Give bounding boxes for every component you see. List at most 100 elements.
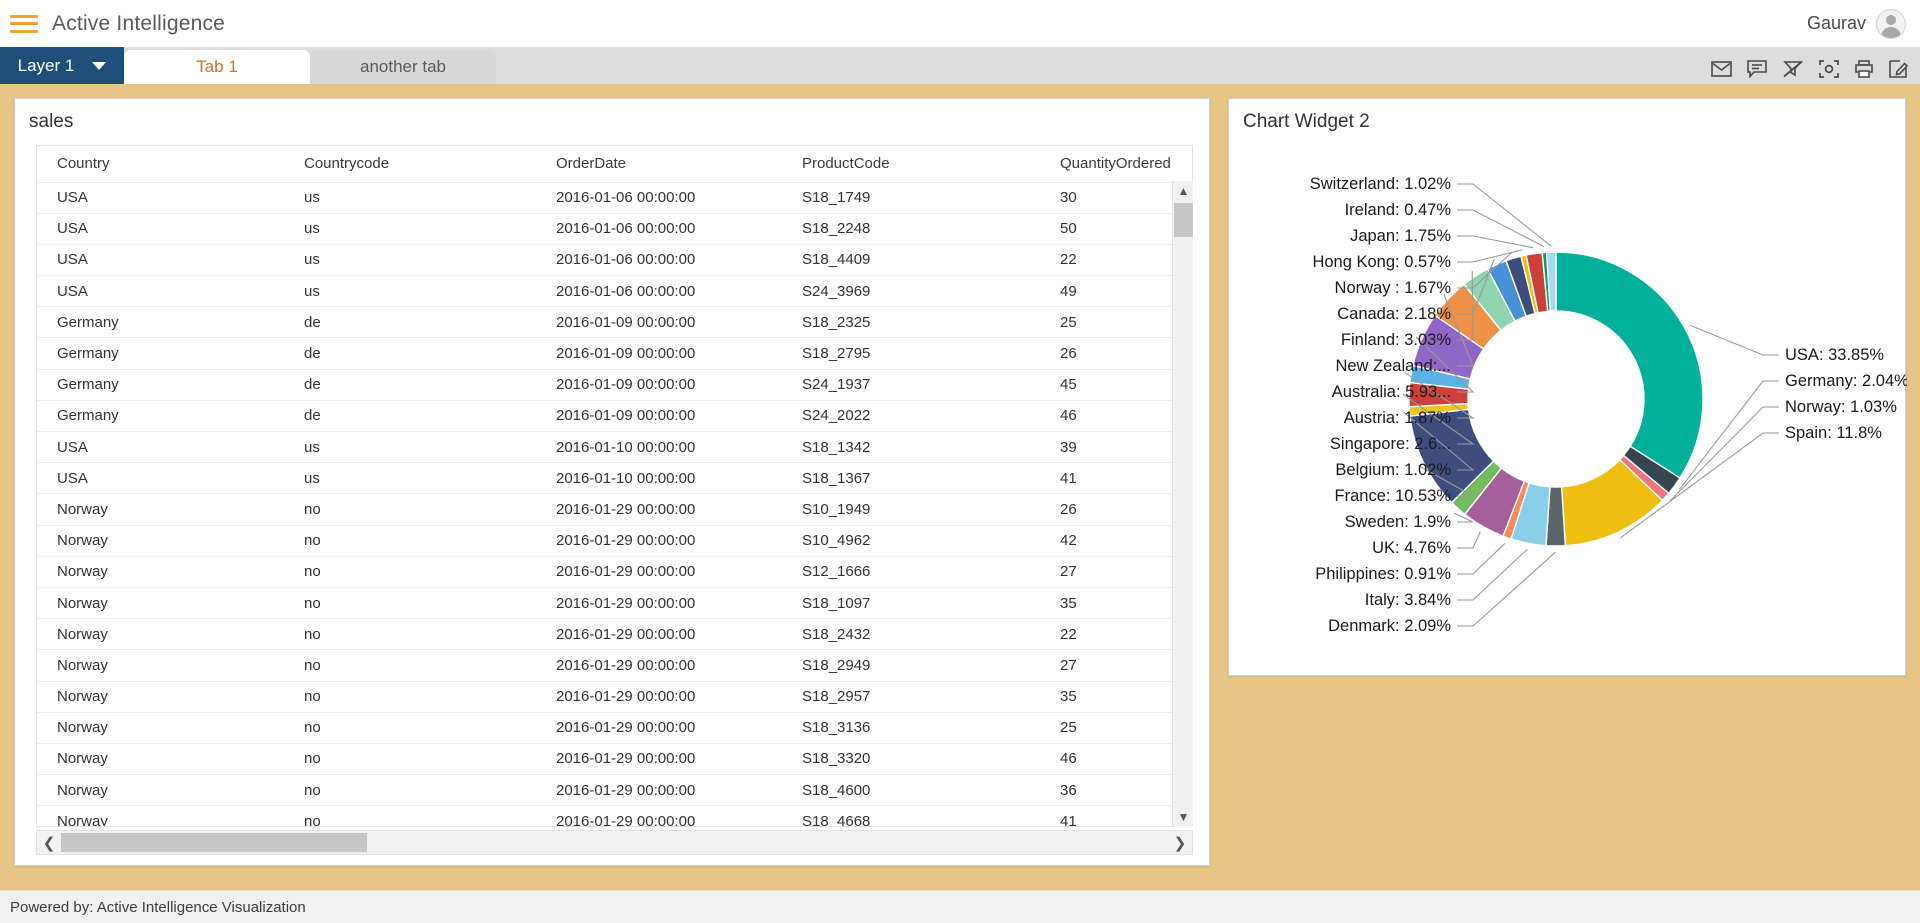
slice-label: Hong Kong: 0.57% — [1312, 253, 1451, 271]
chevron-up-icon[interactable]: ▲ — [1173, 181, 1194, 201]
table-row[interactable]: Norwayno2016-01-29 00:00:00S18_295735 — [37, 681, 1192, 712]
table-cell: 22 — [1040, 244, 1192, 275]
slice-label: France: 10.53% — [1335, 487, 1452, 505]
layer-label: Layer 1 — [18, 56, 75, 76]
table-row[interactable]: Norwayno2016-01-29 00:00:00S18_294927 — [37, 650, 1192, 681]
table-cell: 35 — [1040, 587, 1192, 618]
table-row[interactable]: Norwayno2016-01-29 00:00:00S18_109735 — [37, 587, 1192, 618]
table-cell: 2016-01-29 00:00:00 — [536, 619, 782, 650]
hamburger-bar — [10, 22, 38, 25]
dashboard-workspace: sales Country Countrycode OrderDate Prod… — [0, 84, 1920, 890]
slice-labels: Switzerland: 1.02%Ireland: 0.47%Japan: 1… — [1310, 175, 1907, 635]
tab-tab-1[interactable]: Tab 1 — [124, 50, 310, 84]
table-row[interactable]: Norwayno2016-01-29 00:00:00S18_466841 — [37, 806, 1192, 827]
comment-icon[interactable] — [1747, 60, 1767, 78]
donut-slices — [1409, 252, 1703, 546]
table-cell: S12_1666 — [782, 556, 1040, 587]
table-cell: Germany — [37, 307, 284, 338]
table-cell: 2016-01-29 00:00:00 — [536, 712, 782, 743]
chevron-left-icon[interactable]: ❮ — [37, 834, 61, 852]
table-row[interactable]: Norwayno2016-01-29 00:00:00S18_332046 — [37, 743, 1192, 774]
table-cell: Norway — [37, 650, 284, 681]
table-cell: S18_4600 — [782, 775, 1040, 806]
chevron-down-icon — [92, 62, 106, 70]
table-cell: 2016-01-09 00:00:00 — [536, 338, 782, 369]
layer-selector-button[interactable]: Layer 1 — [0, 47, 124, 84]
table-cell: 2016-01-09 00:00:00 — [536, 369, 782, 400]
table-cell: S18_2325 — [782, 307, 1040, 338]
table-cell: 41 — [1040, 806, 1192, 827]
leader-line — [1457, 236, 1533, 248]
vertical-scrollbar[interactable]: ▲ ▼ — [1172, 181, 1193, 827]
table-cell: us — [284, 213, 536, 244]
data-grid[interactable]: Country Countrycode OrderDate ProductCod… — [36, 145, 1193, 827]
table-cell: 2016-01-29 00:00:00 — [536, 650, 782, 681]
table-cell: no — [284, 806, 536, 827]
table-cell: us — [284, 432, 536, 463]
table-cell: 27 — [1040, 556, 1192, 587]
hamburger-icon[interactable] — [10, 13, 38, 35]
table-row[interactable]: Norwayno2016-01-29 00:00:00S18_243222 — [37, 619, 1192, 650]
table-row[interactable]: USAus2016-01-10 00:00:00S18_134239 — [37, 432, 1192, 463]
table-cell: 2016-01-06 00:00:00 — [536, 182, 782, 213]
column-header-quantityordered[interactable]: QuantityOrdered — [1040, 146, 1192, 182]
user-area[interactable]: Gaurav — [1807, 9, 1906, 39]
slice-label: Denmark: 2.09% — [1328, 617, 1451, 635]
table-cell: no — [284, 619, 536, 650]
table-row[interactable]: USAus2016-01-06 00:00:00S24_396949 — [37, 276, 1192, 307]
table-cell: no — [284, 525, 536, 556]
table-row[interactable]: Norwayno2016-01-29 00:00:00S18_460036 — [37, 775, 1192, 806]
slice-label: Norway: 1.03% — [1785, 398, 1897, 416]
table-cell: no — [284, 587, 536, 618]
table-row[interactable]: USAus2016-01-06 00:00:00S18_174930 — [37, 182, 1192, 213]
chevron-right-icon[interactable]: ❯ — [1168, 834, 1192, 852]
horizontal-scrollbar[interactable]: ❮ ❯ — [36, 830, 1193, 855]
table-row[interactable]: USAus2016-01-06 00:00:00S18_440922 — [37, 244, 1192, 275]
column-header-orderdate[interactable]: OrderDate — [536, 146, 782, 182]
column-header-countrycode[interactable]: Countrycode — [284, 146, 536, 182]
table-cell: us — [284, 244, 536, 275]
edit-icon[interactable] — [1889, 60, 1908, 78]
vertical-scrollbar-thumb[interactable] — [1174, 203, 1193, 237]
column-header-country[interactable]: Country — [37, 146, 284, 182]
column-header-productcode[interactable]: ProductCode — [782, 146, 1040, 182]
horizontal-scrollbar-thumb[interactable] — [61, 833, 367, 852]
table-widget: sales Country Countrycode OrderDate Prod… — [14, 98, 1210, 866]
table-cell: USA — [37, 463, 284, 494]
slice-label: Spain: 11.8% — [1785, 424, 1882, 442]
table-row[interactable]: USAus2016-01-06 00:00:00S18_224850 — [37, 213, 1192, 244]
table-cell: 36 — [1040, 775, 1192, 806]
mail-icon[interactable] — [1711, 61, 1732, 77]
table-cell: 50 — [1040, 213, 1192, 244]
table-row[interactable]: Germanyde2016-01-09 00:00:00S24_202246 — [37, 400, 1192, 431]
table-cell: 30 — [1040, 182, 1192, 213]
snapshot-icon[interactable] — [1819, 60, 1839, 78]
donut-slice[interactable] — [1556, 252, 1703, 478]
user-avatar-icon[interactable] — [1876, 9, 1906, 39]
tab-label: another tab — [360, 57, 446, 77]
table-row[interactable]: Norwayno2016-01-29 00:00:00S12_166627 — [37, 556, 1192, 587]
clear-filter-icon[interactable] — [1782, 60, 1804, 78]
table-row[interactable]: Germanyde2016-01-09 00:00:00S18_279526 — [37, 338, 1192, 369]
horizontal-scrollbar-track[interactable] — [61, 831, 1168, 854]
table-row[interactable]: USAus2016-01-10 00:00:00S18_136741 — [37, 463, 1192, 494]
table-row[interactable]: Germanyde2016-01-09 00:00:00S18_232525 — [37, 307, 1192, 338]
slice-label: Singapore: 2.6... — [1330, 435, 1451, 453]
tab-another-tab[interactable]: another tab — [310, 50, 496, 84]
table-row[interactable]: Norwayno2016-01-29 00:00:00S10_496242 — [37, 525, 1192, 556]
table-cell: 2016-01-29 00:00:00 — [536, 743, 782, 774]
table-row[interactable]: Germanyde2016-01-09 00:00:00S24_193745 — [37, 369, 1192, 400]
print-icon[interactable] — [1854, 60, 1874, 78]
table-row[interactable]: Norwayno2016-01-29 00:00:00S18_313625 — [37, 712, 1192, 743]
table-cell: S18_1342 — [782, 432, 1040, 463]
table-cell: S18_2957 — [782, 681, 1040, 712]
donut-chart[interactable]: Switzerland: 1.02%Ireland: 0.47%Japan: 1… — [1229, 137, 1907, 637]
table-cell: S24_2022 — [782, 400, 1040, 431]
table-cell: 22 — [1040, 619, 1192, 650]
table-cell: 2016-01-06 00:00:00 — [536, 276, 782, 307]
app-title: Active Intelligence — [52, 12, 225, 36]
table-cell: S18_4668 — [782, 806, 1040, 827]
table-cell: USA — [37, 276, 284, 307]
table-row[interactable]: Norwayno2016-01-29 00:00:00S10_194926 — [37, 494, 1192, 525]
chevron-down-icon[interactable]: ▼ — [1173, 807, 1194, 827]
